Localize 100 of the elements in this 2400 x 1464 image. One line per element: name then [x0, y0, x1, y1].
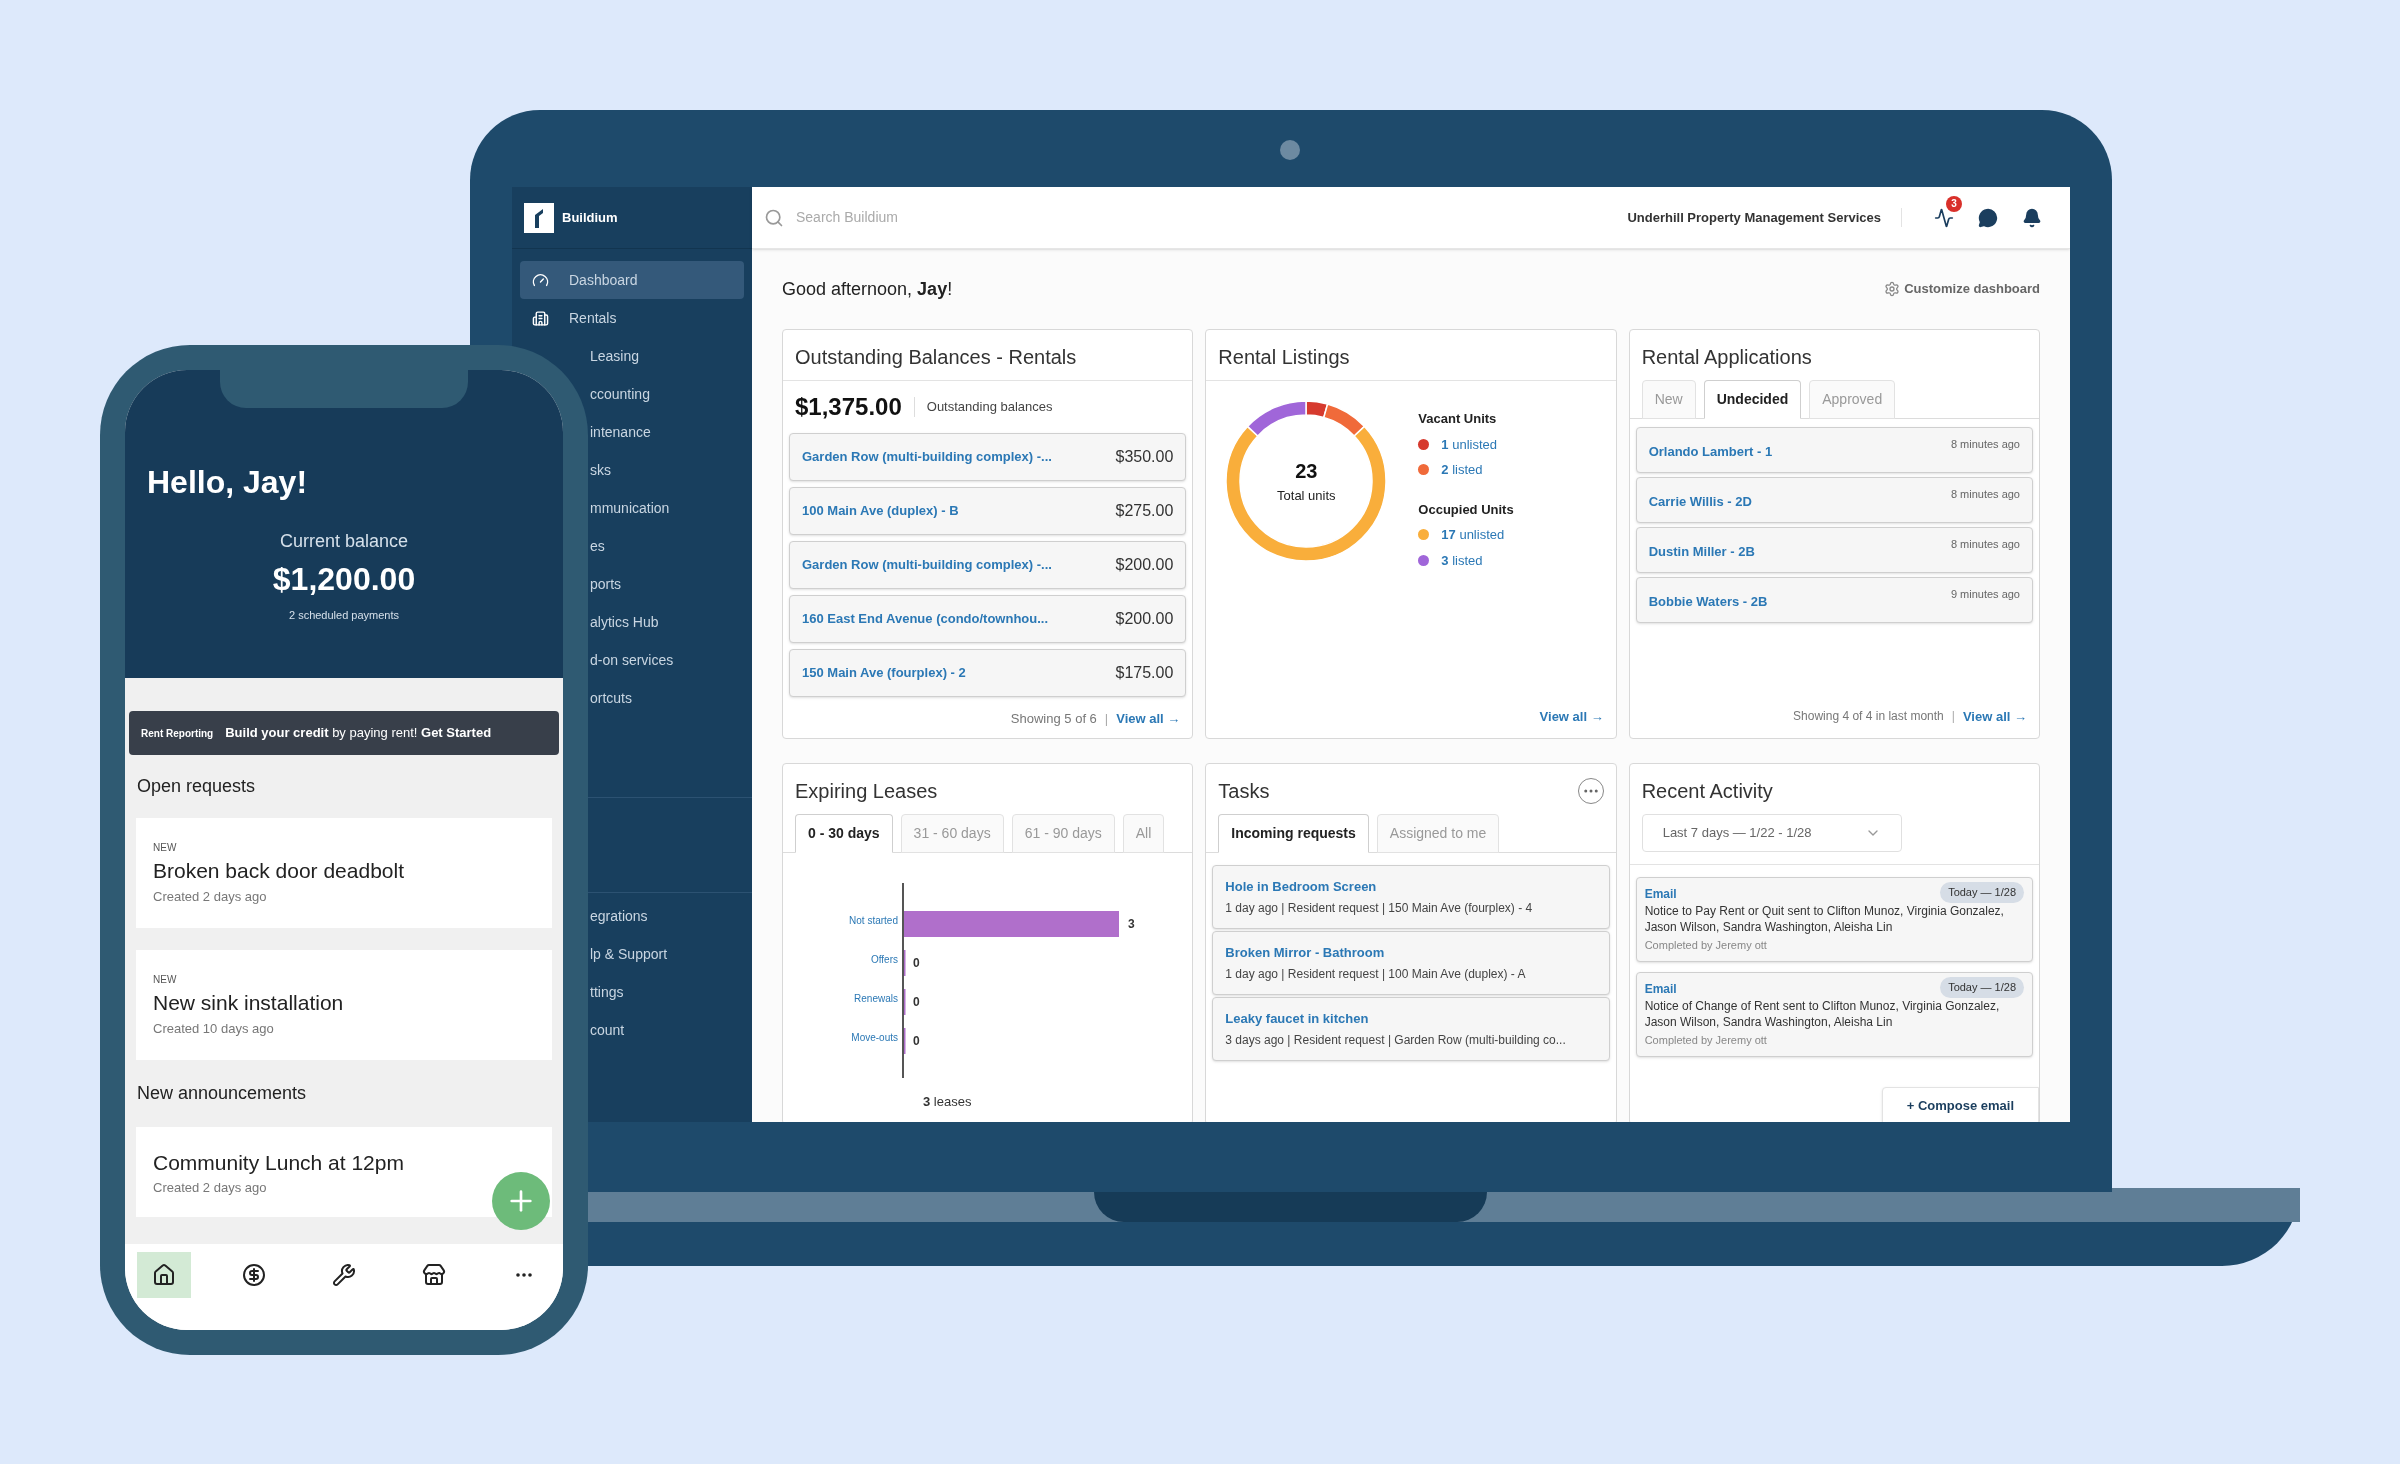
sidebar-item[interactable]: sks [590, 451, 744, 489]
legend-link[interactable]: 1 unlisted [1441, 434, 1497, 454]
task-detail: 3 days ago | Resident request | Garden Row (multi-building co... [1225, 1031, 1567, 1049]
category-label: Not started [849, 915, 898, 926]
announcement-card[interactable]: Community Lunch at 12pm Created 2 days ago [136, 1127, 552, 1217]
tab[interactable]: Undecided [1703, 380, 1802, 419]
activity-date: Today — 1/28 [1940, 977, 2024, 998]
task-row[interactable]: Hole in Bedroom Screen 1 day ago | Resident request | 150 Main Ave (fourplex) - 4 [1212, 865, 1610, 929]
sidebar-item[interactable]: es [590, 527, 744, 565]
sidebar-item[interactable]: Rentals [520, 299, 744, 337]
card-title: Rental Listings [1218, 345, 1350, 370]
store-icon [422, 1263, 446, 1287]
applicant-link[interactable]: Bobbie Waters - 2B [1648, 586, 1768, 622]
sidebar-item[interactable]: Dashboard [520, 261, 744, 299]
bar-value: 0 [913, 995, 920, 1009]
tab[interactable]: 0 - 30 days [795, 814, 893, 853]
activity-text: Notice to Pay Rent or Quit sent to Clifton Munoz, Virginia Gonzalez, Jason Wilson, Sandra Washington, Aleisha Lin [1644, 902, 2005, 935]
sidebar-item[interactable]: ccounting [590, 375, 744, 413]
sidebar-item[interactable]: d-on services [590, 641, 744, 679]
property-link[interactable]: 150 Main Ave (fourplex) - 2 [802, 663, 966, 683]
view-all-link[interactable]: View all → [1539, 706, 1604, 726]
view-all-link[interactable]: View all → [1116, 709, 1181, 729]
legend-heading: Occupied Units [1418, 500, 1514, 519]
applicant-link[interactable]: Orlando Lambert - 1 [1648, 436, 1773, 472]
nav-tab[interactable] [137, 1252, 191, 1298]
balance-row[interactable]: 100 Main Ave (duplex) - B $275.00 [789, 487, 1187, 535]
bar-value: 0 [913, 1034, 920, 1048]
hello-heading: Hello, Jay! [147, 463, 309, 502]
application-row[interactable]: Bobbie Waters - 2B 9 minutes ago [1635, 577, 2033, 623]
request-status: NEW [153, 973, 178, 987]
balance-row[interactable]: 160 East End Avenue (condo/townhou... $200.00 [789, 595, 1187, 643]
application-row[interactable]: Orlando Lambert - 1 8 minutes ago [1635, 427, 2033, 473]
activity-date: Today — 1/28 [1940, 882, 2024, 903]
sidebar-item[interactable]: Leasing [590, 337, 744, 375]
balance-row[interactable]: Garden Row (multi-building complex) -... $200.00 [789, 541, 1187, 589]
balance-row[interactable]: 150 Main Ave (fourplex) - 2 $175.00 [789, 649, 1187, 697]
task-title[interactable]: Hole in Bedroom Screen [1225, 877, 1597, 897]
wrench-icon [332, 1263, 356, 1287]
sidebar-item[interactable]: alytics Hub [590, 603, 744, 641]
notification-badge: 3 [1946, 195, 1962, 212]
property-link[interactable]: Garden Row (multi-building complex) -... [802, 447, 1052, 467]
view-all-link[interactable]: View all → [1962, 706, 2027, 726]
card-title: Tasks [1218, 779, 1270, 804]
rent-reporting-banner[interactable]: Rent Reporting Build your credit by paying rent! Get Started [129, 711, 559, 755]
property-link[interactable]: Garden Row (multi-building complex) -... [802, 555, 1052, 575]
legend-heading: Vacant Units [1418, 410, 1498, 428]
camera [1280, 140, 1300, 160]
balance-amount: $200.00 [1115, 555, 1174, 575]
date-range-dropdown[interactable]: Last 7 days — 1/22 - 1/28 [1641, 814, 1902, 852]
task-title[interactable]: Broken Mirror - Bathroom [1225, 943, 1597, 963]
sidebar-item[interactable]: ortcuts [590, 679, 744, 717]
category-label: Move-outs [851, 1032, 898, 1043]
category-label: Renewals [854, 993, 898, 1004]
time-ago: 8 minutes ago [1950, 487, 2020, 502]
sidebar-item[interactable]: ttings [590, 973, 744, 1011]
activity-type[interactable]: Email [1644, 979, 1677, 998]
balance-total: $1,375.00 [795, 392, 903, 422]
task-row[interactable]: Broken Mirror - Bathroom 1 day ago | Resident request | 100 Main Ave (duplex) - A [1212, 931, 1610, 995]
home-icon [152, 1263, 176, 1287]
customize-dashboard-button[interactable]: Customize dashboard [1884, 279, 2040, 299]
application-row[interactable]: Carrie Willis - 2D 8 minutes ago [1635, 477, 2033, 523]
task-row[interactable]: Leaky faucet in kitchen 3 days ago | Resident request | Garden Row (multi-building co... [1212, 997, 1610, 1061]
sidebar-item[interactable]: egrations [590, 897, 744, 935]
sidebar-item[interactable]: intenance [590, 413, 744, 451]
search-field[interactable]: Search Buildium [796, 207, 1096, 228]
bar-value: 0 [913, 956, 920, 970]
property-link[interactable]: 160 East End Avenue (condo/townhou... [802, 609, 1049, 629]
showing-count: Showing 4 of 4 in last month [1793, 708, 1944, 726]
time-ago: 8 minutes ago [1950, 437, 2020, 452]
total-units-value: 23 [1295, 459, 1318, 485]
applicant-link[interactable]: Carrie Willis - 2D [1648, 486, 1752, 522]
compose-email-button[interactable]: + Compose email [1881, 1086, 2039, 1122]
request-card[interactable]: NEW Broken back door deadbolt Created 2 days ago [136, 818, 552, 928]
activity-item[interactable]: Email Today — 1/28 Notice of Change of Rent sent to Clifton Munoz, Virginia Gonzalez, Jason Wilson, Sandra Washington, Aleisha Lin Completed by Jeremy ott [1635, 972, 2033, 1057]
legend-link[interactable]: 3 listed [1441, 550, 1483, 570]
activity-type[interactable]: Email [1644, 884, 1677, 903]
balance-row[interactable]: Garden Row (multi-building complex) -... $350.00 [789, 433, 1187, 481]
balance-amount: $1,200.00 [272, 560, 416, 599]
activity-item[interactable]: Email Today — 1/28 Notice to Pay Rent or Quit sent to Clifton Munoz, Virginia Gonzalez, Jason Wilson, Sandra Washington, Aleisha Lin Completed by Jeremy ott [1635, 877, 2033, 962]
activity-completed-by: Completed by Jeremy ott [1644, 937, 1768, 953]
legend-link[interactable]: 17 unlisted [1441, 525, 1505, 545]
sidebar-item[interactable]: lp & Support [590, 935, 744, 973]
applicant-link[interactable]: Dustin Miller - 2B [1648, 536, 1755, 572]
balance-amount: $200.00 [1115, 609, 1174, 629]
sidebar-item[interactable]: count [590, 1011, 744, 1049]
balance-label: Current balance [279, 530, 409, 553]
separator: | [1951, 708, 1955, 726]
showing-count: Showing 5 of 6 [1010, 710, 1097, 728]
more-icon [516, 1273, 532, 1277]
request-created: Created 10 days ago [153, 1019, 275, 1038]
sidebar-item[interactable]: mmunication [590, 489, 744, 527]
task-title[interactable]: Leaky faucet in kitchen [1225, 1009, 1597, 1029]
sidebar-item[interactable]: ports [590, 565, 744, 603]
request-card[interactable]: NEW New sink installation Created 10 days ago [136, 950, 552, 1060]
request-title: New sink installation [153, 990, 345, 1016]
legend-link[interactable]: 2 listed [1441, 460, 1483, 480]
application-row[interactable]: Dustin Miller - 2B 8 minutes ago [1635, 527, 2033, 573]
announcement-title: Community Lunch at 12pm [153, 1149, 405, 1176]
property-link[interactable]: 100 Main Ave (duplex) - B [802, 501, 959, 521]
tab[interactable]: Incoming requests [1218, 814, 1369, 853]
